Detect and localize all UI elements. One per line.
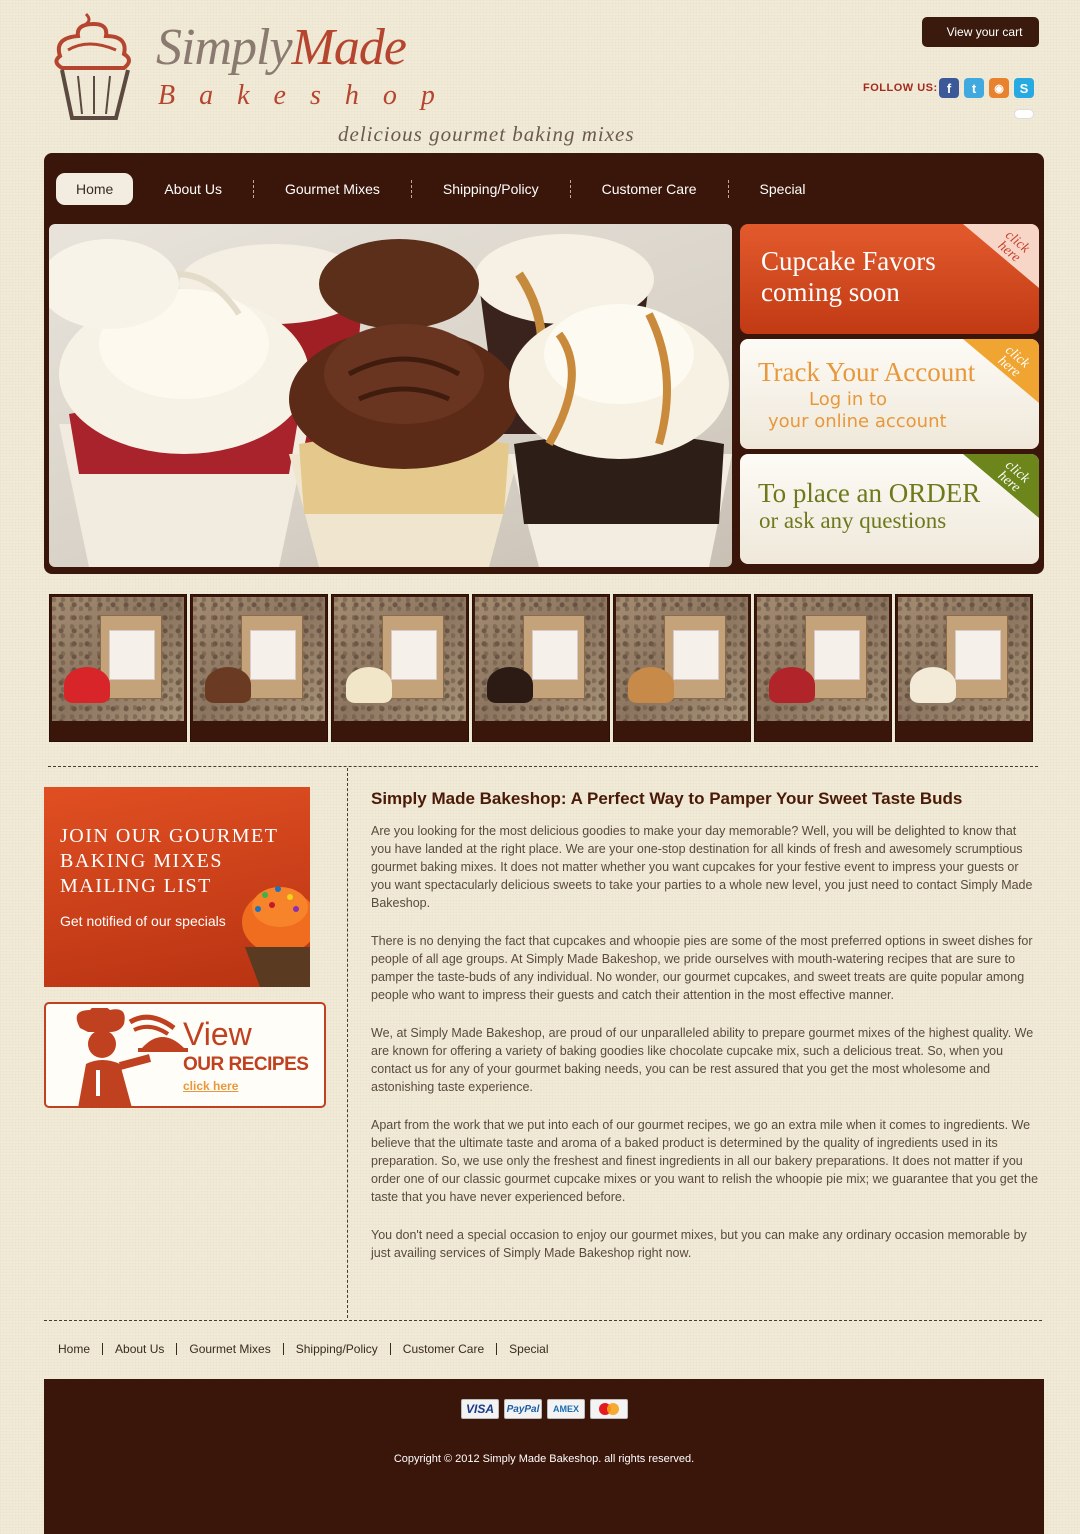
- thumbnail-4[interactable]: [472, 594, 610, 742]
- thumbnail-2[interactable]: [190, 594, 328, 742]
- promo-order-line1: To place an ORDER: [758, 478, 981, 508]
- nav-home[interactable]: Home: [56, 173, 134, 205]
- skype-icon[interactable]: S: [1014, 78, 1034, 98]
- footer-nav-special[interactable]: Special: [497, 1343, 560, 1355]
- cupcake-favors-promo[interactable]: Cupcake Favors coming soon click here: [740, 224, 1039, 334]
- article-paragraph: We, at Simply Made Bakeshop, are proud o…: [371, 1026, 1034, 1094]
- view-cart-button[interactable]: View your cart: [922, 17, 1039, 47]
- nav-gourmet-mixes[interactable]: Gourmet Mixes: [254, 180, 412, 198]
- promo-favors-line1: Cupcake Favors: [761, 246, 936, 276]
- recipes-our-label: OUR RECIPES: [183, 1054, 309, 1075]
- footer-nav: Home About Us Gourmet Mixes Shipping/Pol…: [58, 1343, 561, 1355]
- logo-word-simply: Simply: [156, 19, 293, 76]
- paypal-icon: PayPal: [504, 1399, 542, 1419]
- thumbnail-7[interactable]: [895, 594, 1033, 742]
- product-photo: [52, 597, 184, 721]
- thumbnail-5[interactable]: [613, 594, 751, 742]
- promo-favors-line2: coming soon: [761, 277, 900, 307]
- baked-good: [628, 667, 674, 703]
- baked-good: [769, 667, 815, 703]
- article-paragraph: Apart from the work that we put into eac…: [371, 1118, 1039, 1204]
- content-divider-top: [48, 766, 1038, 767]
- column-divider: [347, 768, 348, 1318]
- promo-account-title: Track Your Account: [758, 357, 976, 387]
- place-order-promo[interactable]: To place an ORDER or ask any questions c…: [740, 454, 1039, 564]
- mailing-title-line2: BAKING MIXES: [60, 850, 223, 872]
- promo-account-line2: Log in to: [809, 389, 888, 410]
- main-article: Simply Made Bakeshop: A Perfect Way to P…: [371, 789, 1039, 1282]
- nav-shipping-policy[interactable]: Shipping/Policy: [412, 180, 571, 198]
- logo-wordmark: SimplyMade: [156, 18, 407, 77]
- track-account-promo[interactable]: Track Your Account Log in to your online…: [740, 339, 1039, 449]
- product-photo: [193, 597, 325, 721]
- mastercard-icon: [590, 1399, 628, 1419]
- baked-good: [487, 667, 533, 703]
- article-paragraph: Are you looking for the most delicious g…: [371, 824, 1033, 910]
- thumbnail-6[interactable]: [754, 594, 892, 742]
- nav-about-us[interactable]: About Us: [145, 180, 254, 198]
- facebook-icon[interactable]: f: [939, 78, 959, 98]
- amex-icon: AMEX: [547, 1399, 585, 1419]
- visa-icon: VISA: [461, 1399, 499, 1419]
- baked-good: [910, 667, 956, 703]
- product-photo: [757, 597, 889, 721]
- twitter-icon[interactable]: t: [964, 78, 984, 98]
- language-toggle[interactable]: [1014, 109, 1034, 119]
- follow-us-label: FOLLOW US:: [863, 82, 938, 94]
- product-photo: [898, 597, 1030, 721]
- footer-nav-gourmet-mixes[interactable]: Gourmet Mixes: [177, 1343, 284, 1355]
- logo-word-made: Made: [291, 19, 407, 76]
- footer-nav-about-us[interactable]: About Us: [103, 1343, 178, 1355]
- promo-order-line2: or ask any questions: [759, 508, 947, 533]
- footer-nav-shipping-policy[interactable]: Shipping/Policy: [284, 1343, 391, 1355]
- recipes-view-label: View: [183, 1016, 252, 1052]
- copyright-text: Copyright © 2012 Simply Made Bakeshop. a…: [393, 1453, 695, 1465]
- product-photo: [475, 597, 607, 721]
- baked-good: [346, 667, 392, 703]
- thumbnail-3[interactable]: [331, 594, 469, 742]
- logo-subtitle: Bakeshop: [158, 80, 459, 111]
- chef-icon: [76, 1008, 188, 1108]
- recipes-click-here-link[interactable]: click here: [183, 1079, 238, 1093]
- baked-good: [64, 667, 110, 703]
- tagline: delicious gourmet baking mixes: [338, 122, 635, 146]
- mailing-title-line3: MAILING LIST: [60, 875, 212, 897]
- nav-customer-care[interactable]: Customer Care: [571, 180, 729, 198]
- baked-good: [205, 667, 251, 703]
- article-paragraph: You don't need a special occasion to enj…: [371, 1228, 1027, 1260]
- rss-icon[interactable]: ◉: [989, 78, 1009, 98]
- mailing-list-title: JOIN OUR GOURMET BAKING MIXES MAILING LI…: [60, 824, 278, 899]
- view-recipes-banner[interactable]: View OUR RECIPES click here: [44, 1002, 326, 1108]
- article-paragraph: There is no denying the fact that cupcak…: [371, 934, 1033, 1002]
- content-divider-bottom: [44, 1320, 1042, 1321]
- mailing-title-line1: JOIN OUR GOURMET: [60, 825, 279, 847]
- thumbnail-1[interactable]: [49, 594, 187, 742]
- hero-cupcakes-image: [49, 224, 732, 567]
- article-title: Simply Made Bakeshop: A Perfect Way to P…: [371, 789, 963, 808]
- footer-nav-home[interactable]: Home: [58, 1343, 104, 1355]
- product-photo: [334, 597, 466, 721]
- cupcake-logo-icon: [54, 12, 131, 120]
- product-photo: [616, 597, 748, 721]
- mailing-list-subtitle: Get notified of our specials: [60, 913, 226, 929]
- footer-nav-customer-care[interactable]: Customer Care: [391, 1343, 498, 1355]
- promo-account-line3: your online account: [768, 411, 947, 432]
- main-nav: Home About Us Gourmet Mixes Shipping/Pol…: [56, 173, 836, 205]
- nav-special[interactable]: Special: [729, 180, 837, 198]
